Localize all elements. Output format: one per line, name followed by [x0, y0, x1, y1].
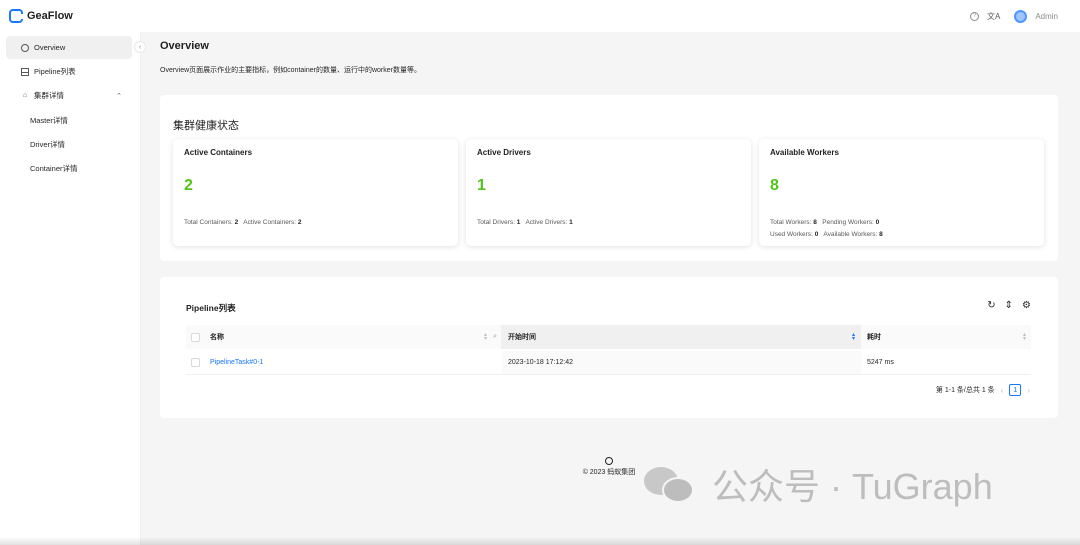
- pagination: 第 1-1 条/总共 1 条 ‹ 1 ›: [936, 384, 1030, 396]
- stat-footer: Total Drivers: 1 Active Drivers: 1: [477, 219, 573, 226]
- stat-number: 2: [234, 219, 239, 226]
- sidebar-item-label: Master详情: [30, 115, 68, 125]
- sidebar-item-label: 集群详情: [34, 91, 64, 100]
- stat-title: Active Drivers: [477, 148, 531, 157]
- stat-number: 0: [875, 219, 880, 226]
- stat-number: 0: [814, 231, 819, 238]
- sort-icon[interactable]: ▴ ▾: [484, 332, 487, 342]
- wechat-icon: [642, 462, 700, 506]
- question-circle-icon[interactable]: ?: [969, 11, 979, 21]
- stat-card-available-workers: Available Workers 8 Total Workers: 8 Pen…: [759, 139, 1044, 246]
- column-label: 名称: [210, 334, 224, 341]
- sidebar-item-master[interactable]: Master详情: [0, 108, 140, 132]
- page-description: Overview页面展示作业的主要指标，例如container的数量、运行中的w…: [160, 67, 421, 74]
- pipeline-table-panel: Pipeline列表 ↻ ⇕ ⚙ 名称 ▴ ▾ ⌕ 开始时间 ▴ ▾ 耗时 ▴ ▾: [160, 277, 1058, 418]
- stat-value: 1: [477, 177, 486, 194]
- translate-icon[interactable]: 文A: [987, 11, 1000, 22]
- stat-number: 1: [569, 219, 573, 226]
- search-icon[interactable]: ⌕: [493, 333, 497, 341]
- avatar[interactable]: [1014, 9, 1028, 23]
- header-actions: ? 文A Admin: [969, 0, 1058, 32]
- section-title: 集群健康状态: [173, 120, 239, 132]
- sort-desc-icon[interactable]: ▴ ▾: [852, 332, 855, 342]
- stat-label: Used Workers:: [770, 231, 813, 238]
- cluster-icon: ⌂: [22, 92, 28, 99]
- table-header: 名称 ▴ ▾ ⌕ 开始时间 ▴ ▾ 耗时 ▴ ▾: [186, 325, 1031, 349]
- chevron-up-icon: ⌃: [116, 92, 122, 100]
- sidebar-item-container[interactable]: Container详情: [0, 156, 140, 180]
- stat-card-active-containers: Active Containers 2 Total Containers: 2 …: [173, 139, 458, 246]
- stat-label: Total Drivers:: [477, 219, 515, 226]
- geaflow-logo-icon: [9, 9, 23, 23]
- stat-value: 8: [770, 177, 779, 194]
- column-label: 耗时: [867, 334, 881, 341]
- stat-footer: Used Workers: 0 Available Workers: 8: [770, 231, 883, 238]
- table-toolbar: ↻ ⇕ ⚙: [987, 300, 1031, 311]
- sidebar-item-pipeline[interactable]: Pipeline列表: [6, 60, 132, 83]
- reload-icon[interactable]: ↻: [987, 300, 995, 311]
- dashboard-icon: [21, 43, 29, 52]
- stat-number: 1: [516, 219, 521, 226]
- cell-name: PipelineTask#0-1: [204, 351, 502, 374]
- user-name[interactable]: Admin: [1035, 12, 1058, 21]
- select-all-cell: [186, 325, 204, 349]
- stat-label: Total Workers:: [770, 219, 812, 226]
- select-all-checkbox[interactable]: [191, 332, 200, 342]
- stat-number: 8: [813, 219, 817, 226]
- github-icon[interactable]: [605, 457, 613, 465]
- stat-number: 2: [297, 219, 302, 226]
- stat-title: Available Workers: [770, 148, 839, 157]
- sidebar-item-label: Pipeline列表: [34, 67, 76, 76]
- column-height-icon[interactable]: ⇕: [1005, 300, 1013, 311]
- cell-start-time: 2023-10-18 17:12:42: [502, 351, 861, 374]
- stat-label: Total Containers:: [184, 219, 233, 226]
- stat-label: Pending Workers:: [822, 219, 874, 226]
- watermark: 公众号 · TuGraph: [642, 458, 993, 510]
- column-label: 开始时间: [508, 334, 536, 341]
- sidebar-item-cluster[interactable]: ⌂ 集群详情 ⌃: [6, 84, 132, 107]
- prev-page-icon[interactable]: ‹: [1001, 386, 1004, 395]
- column-header-start-time[interactable]: 开始时间 ▴ ▾: [502, 325, 861, 349]
- page-number[interactable]: 1: [1009, 384, 1022, 396]
- setting-icon[interactable]: ⚙: [1022, 300, 1031, 311]
- table-icon: [21, 67, 29, 76]
- row-select-cell: [186, 351, 204, 374]
- stat-label: Available Workers:: [823, 231, 878, 238]
- next-page-icon[interactable]: ›: [1027, 386, 1030, 395]
- sidebar-item-label: Container详情: [30, 163, 78, 173]
- column-header-name[interactable]: 名称 ▴ ▾ ⌕: [204, 325, 502, 349]
- table-title: Pipeline列表: [186, 303, 236, 313]
- sidebar-item-overview[interactable]: Overview: [6, 36, 132, 59]
- stat-label: Active Drivers:: [525, 219, 568, 226]
- stat-title: Active Containers: [184, 148, 253, 157]
- stat-card-active-drivers: Active Drivers 1 Total Drivers: 1 Active…: [466, 139, 751, 246]
- page-title: Overview: [160, 40, 209, 52]
- stat-footer: Total Workers: 8 Pending Workers: 0: [770, 219, 879, 226]
- app-name: GeaFlow: [27, 10, 73, 22]
- window-bottom-shadow: [0, 537, 1080, 545]
- column-header-duration[interactable]: 耗时 ▴ ▾: [861, 325, 1031, 349]
- stat-number: 8: [879, 231, 883, 238]
- sidebar-item-label: Overview: [34, 43, 66, 52]
- sidebar: Overview Pipeline列表 ⌂ 集群详情 ⌃ Master详情 Dr…: [0, 32, 141, 545]
- copyright: © 2023 蚂蚁集团: [582, 469, 636, 476]
- pagination-summary: 第 1-1 条/总共 1 条: [935, 387, 995, 394]
- pipeline-link[interactable]: PipelineTask#0-1: [210, 359, 263, 366]
- table-row: PipelineTask#0-1 2023-10-18 17:12:42 524…: [186, 351, 1031, 375]
- cell-duration: 5247 ms: [867, 359, 894, 366]
- stat-footer: Total Containers: 2 Active Containers: 2: [184, 219, 301, 226]
- watermark-text: 公众号 · TuGraph: [712, 466, 993, 507]
- sidebar-item-driver[interactable]: Driver详情: [0, 132, 140, 156]
- app-logo[interactable]: GeaFlow: [9, 9, 73, 23]
- cluster-health-panel: 集群健康状态 Active Containers 2 Total Contain…: [160, 95, 1058, 261]
- sort-icon[interactable]: ▴ ▾: [1023, 332, 1026, 342]
- row-checkbox[interactable]: [191, 358, 200, 367]
- top-bar: GeaFlow ? 文A Admin: [0, 0, 1080, 32]
- sidebar-item-label: Driver详情: [30, 139, 65, 149]
- stat-value: 2: [184, 177, 193, 194]
- stat-label: Active Containers:: [243, 219, 297, 226]
- footer: © 2023 蚂蚁集团: [579, 457, 639, 477]
